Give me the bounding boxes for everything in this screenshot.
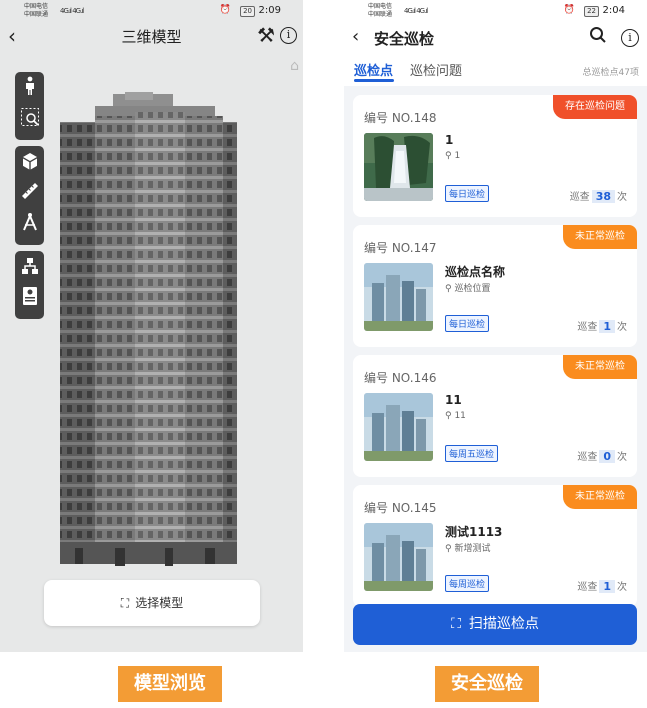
location-text: 巡检位置 xyxy=(454,284,491,294)
count-value: 38 xyxy=(591,190,615,203)
hierarchy-icon[interactable] xyxy=(15,254,44,285)
count-suffix: 次 xyxy=(617,582,627,593)
checkpoint-card[interactable]: 编号 NO.147 未正常巡检 巡检点名称 ⚲ 巡检位置 每日巡检 巡查 1 次 xyxy=(353,225,637,347)
signal-icon: 4G.ıl 4G.ıl xyxy=(60,7,84,15)
patrol-header: ‹ 安全巡检 i xyxy=(344,22,647,56)
toolbar-group-1 xyxy=(15,72,44,140)
toolbar-group-3 xyxy=(15,251,44,319)
checkpoint-number: 编号 NO.146 xyxy=(364,371,437,385)
total-count: 总巡检点47项 xyxy=(582,68,639,78)
status-badge: 存在巡检问题 xyxy=(553,95,637,119)
tab-active-indicator xyxy=(354,79,394,82)
tools-icon[interactable]: ⚒ xyxy=(257,23,275,47)
patrol-count: 巡查 1 次 xyxy=(577,318,627,333)
count-prefix: 巡查 xyxy=(577,452,598,463)
status-bar: 中国电信 中国联通 4G.ıl 4G.ıl ⏰ 20 2:09 xyxy=(0,0,303,22)
person-icon[interactable] xyxy=(15,75,44,106)
frequency-tag: 每周五巡检 xyxy=(445,445,499,462)
checkpoint-number: 编号 NO.147 xyxy=(364,241,437,255)
frequency-tag: 每日巡检 xyxy=(445,315,490,332)
battery-icon: 20 xyxy=(240,6,255,17)
info-icon[interactable]: i xyxy=(621,29,639,47)
home-view-icon[interactable]: ⌂ xyxy=(290,58,299,74)
checkpoint-location: ⚲ 1 xyxy=(445,151,460,161)
compass-icon[interactable] xyxy=(15,211,44,242)
status-time: 2:09 xyxy=(258,5,281,16)
count-value: 1 xyxy=(599,580,615,593)
model-viewer-screen: 中国电信 中国联通 4G.ıl 4G.ıl ⏰ 20 2:09 ‹ 三维模型 ⚒… xyxy=(0,0,303,652)
tab-bar: 巡检点 巡检问题 总巡检点47项 xyxy=(344,56,647,86)
info-icon[interactable]: i xyxy=(280,27,297,44)
cube-icon[interactable] xyxy=(15,149,44,180)
status-badge: 未正常巡检 xyxy=(563,355,637,379)
ruler-icon[interactable] xyxy=(15,180,44,211)
count-prefix: 巡查 xyxy=(577,322,598,333)
building-3d-model[interactable] xyxy=(55,92,245,572)
alarm-icon: ⏰ xyxy=(219,5,231,15)
patrol-count: 巡查 0 次 xyxy=(577,448,627,463)
checkpoint-card[interactable]: 编号 NO.146 未正常巡检 11 ⚲ 11 每周五巡检 巡查 0 次 xyxy=(353,355,637,477)
caption-safety-patrol: 安全巡检 xyxy=(435,666,539,702)
tab-issues[interactable]: 巡检问题 xyxy=(410,60,462,79)
checkpoint-thumbnail xyxy=(364,523,433,591)
carrier-text: 中国电信 中国联通 xyxy=(24,3,49,18)
model-header: ‹ 三维模型 ⚒ i xyxy=(0,22,303,50)
count-prefix: 巡查 xyxy=(577,582,598,593)
checkpoint-card[interactable]: 编号 NO.145 未正常巡检 测试1113 ⚲ 新增测试 每周巡检 巡查 1 次 xyxy=(353,485,637,607)
back-button[interactable]: ‹ xyxy=(352,26,359,47)
safety-patrol-screen: 中国电信 中国联通 4G.ıl 4G.ıl ⏰ 22 2:04 ‹ 安全巡检 i… xyxy=(344,0,647,652)
count-value: 0 xyxy=(599,450,615,463)
select-model-button[interactable]: ⛶ 选择模型 xyxy=(44,580,260,626)
checkpoint-name: 巡检点名称 xyxy=(445,265,506,279)
signal-icon: 4G.ıl 4G.ıl xyxy=(404,7,428,15)
location-text: 1 xyxy=(454,151,461,161)
properties-icon[interactable] xyxy=(15,285,44,316)
status-time: 2:04 xyxy=(602,5,625,16)
toolbar-group-2 xyxy=(15,146,44,245)
zoom-box-icon[interactable] xyxy=(15,106,44,137)
checkpoint-number: 编号 NO.145 xyxy=(364,501,437,515)
status-bar: 中国电信 中国联通 4G.ıl 4G.ıl ⏰ 22 2:04 xyxy=(344,0,647,22)
patrol-count: 巡查 1 次 xyxy=(577,578,627,593)
count-suffix: 次 xyxy=(617,452,627,463)
tab-checkpoints[interactable]: 巡检点 xyxy=(354,60,393,79)
checkpoint-name: 11 xyxy=(445,393,462,407)
scan-icon: ⛶ xyxy=(451,616,461,632)
alarm-icon: ⏰ xyxy=(563,5,575,15)
count-suffix: 次 xyxy=(617,322,627,333)
frequency-tag: 每周巡检 xyxy=(445,575,490,592)
location-text: 11 xyxy=(454,411,466,421)
page-title: 安全巡检 xyxy=(374,30,435,48)
checkpoint-card[interactable]: 编号 NO.148 存在巡检问题 1 ⚲ 1 每日巡检 巡查 38 次 xyxy=(353,95,637,217)
scan-checkpoint-button[interactable]: ⛶ 扫描巡检点 xyxy=(353,604,637,645)
location-text: 新增测试 xyxy=(454,544,491,554)
count-suffix: 次 xyxy=(617,192,627,203)
scan-frame-icon: ⛶ xyxy=(120,596,130,610)
checkpoint-location: ⚲ 11 xyxy=(445,411,466,421)
patrol-count: 巡查 38 次 xyxy=(570,188,627,203)
checkpoint-thumbnail xyxy=(364,393,433,461)
search-icon[interactable] xyxy=(589,26,607,49)
count-prefix: 巡查 xyxy=(569,192,590,203)
count-value: 1 xyxy=(599,320,615,333)
caption-model-browse: 模型浏览 xyxy=(118,666,222,702)
status-badge: 未正常巡检 xyxy=(563,485,637,509)
checkpoint-location: ⚲ 新增测试 xyxy=(445,541,490,554)
model-toolbar xyxy=(15,72,44,325)
checkpoint-thumbnail xyxy=(364,133,433,201)
frequency-tag: 每日巡检 xyxy=(445,185,490,202)
checkpoint-thumbnail xyxy=(364,263,433,331)
select-model-label: 选择模型 xyxy=(135,596,184,610)
carrier-text: 中国电信 中国联通 xyxy=(368,3,393,18)
battery-icon: 22 xyxy=(584,6,599,17)
scan-button-label: 扫描巡检点 xyxy=(468,616,539,632)
checkpoint-name: 测试1113 xyxy=(445,525,503,539)
checkpoint-number: 编号 NO.148 xyxy=(364,111,437,125)
checkpoint-location: ⚲ 巡检位置 xyxy=(445,281,490,294)
checkpoint-name: 1 xyxy=(445,133,454,147)
status-badge: 未正常巡检 xyxy=(563,225,637,249)
